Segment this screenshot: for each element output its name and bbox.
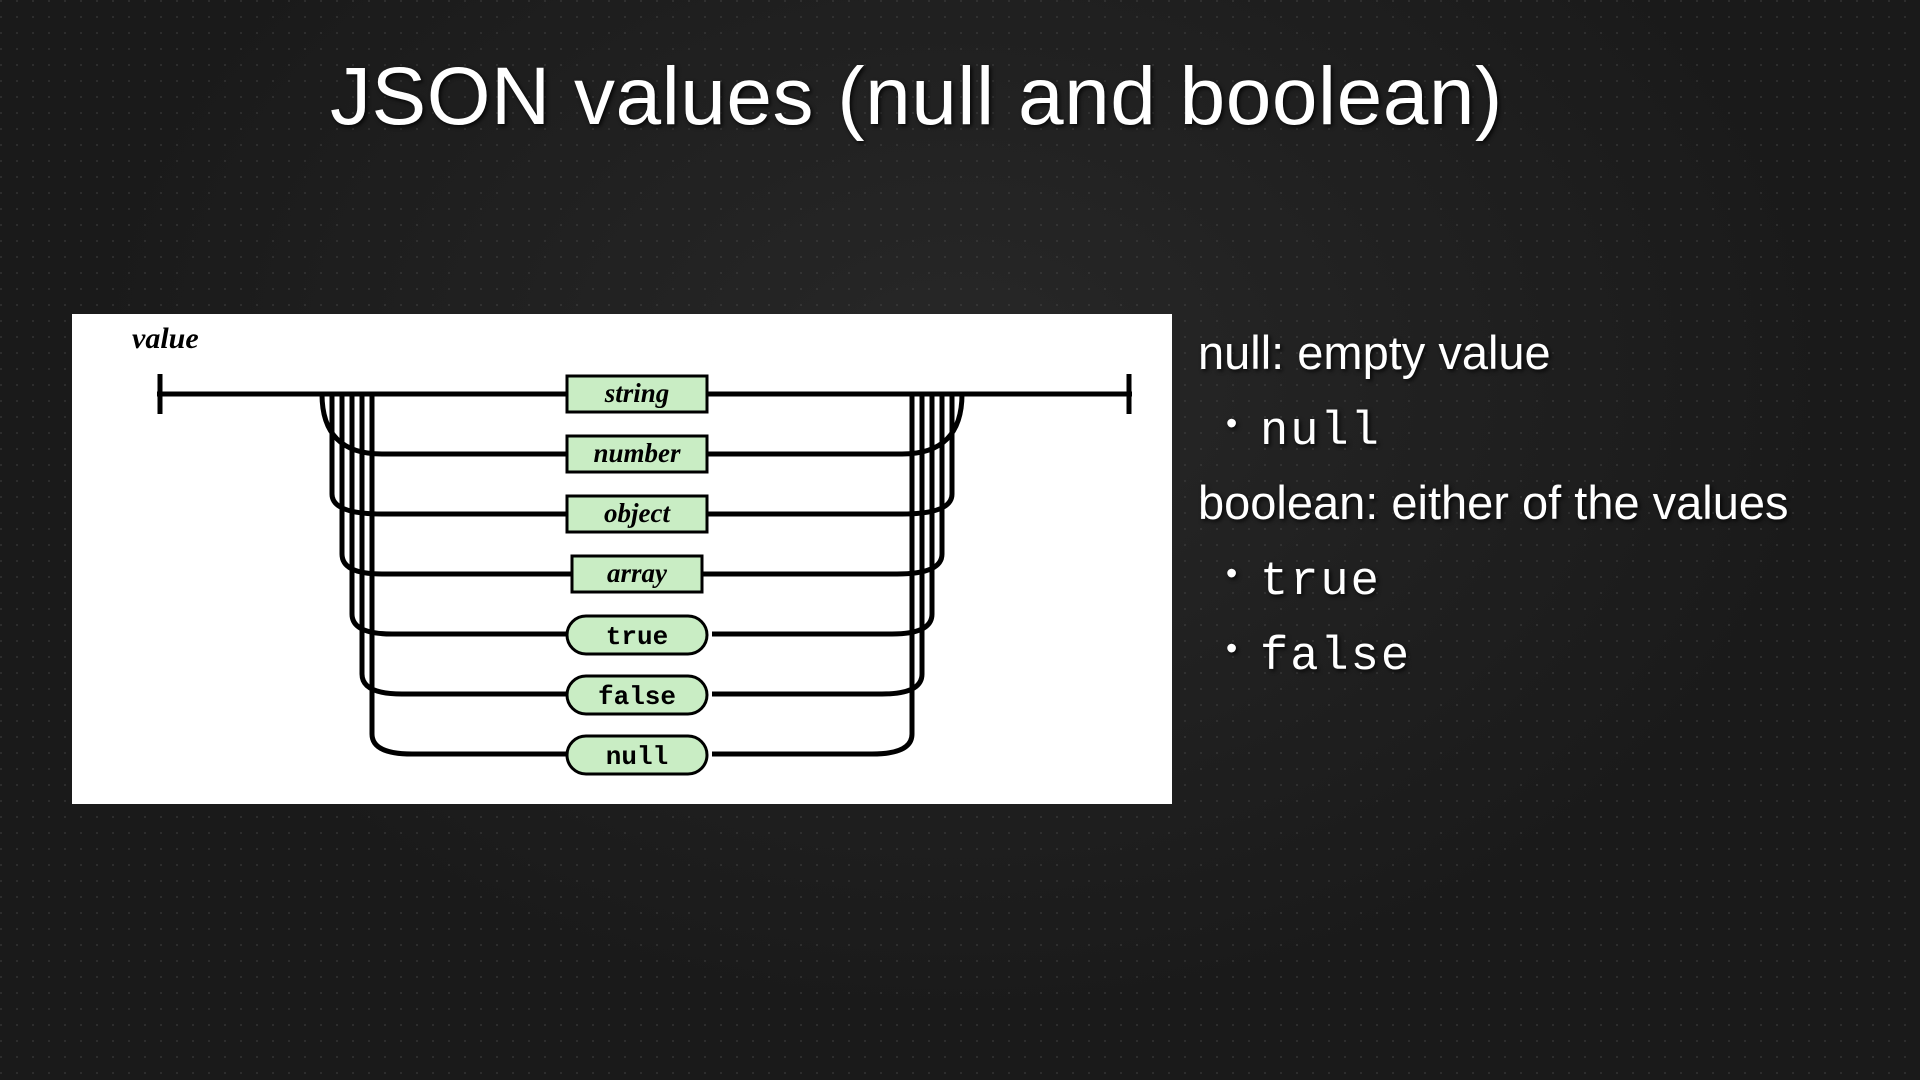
slide-title: JSON values (null and boolean) [330,50,1503,144]
notes-panel: null: empty value null boolean: either o… [1198,318,1818,694]
svg-text:false: false [598,682,676,712]
svg-text:array: array [607,558,668,588]
null-heading: null: empty value [1198,318,1818,389]
railroad-diagram: value string number object array true [72,314,1172,804]
diagram-title-text: value [132,322,199,355]
svg-text:string: string [604,378,670,408]
false-code: false [1260,631,1411,684]
svg-text:number: number [593,438,681,468]
svg-text:null: null [606,742,668,772]
svg-text:object: object [604,498,671,528]
true-code: true [1260,556,1381,609]
null-code: null [1260,406,1381,459]
bool-heading: boolean: either of the values [1198,468,1818,539]
svg-text:true: true [606,622,668,652]
